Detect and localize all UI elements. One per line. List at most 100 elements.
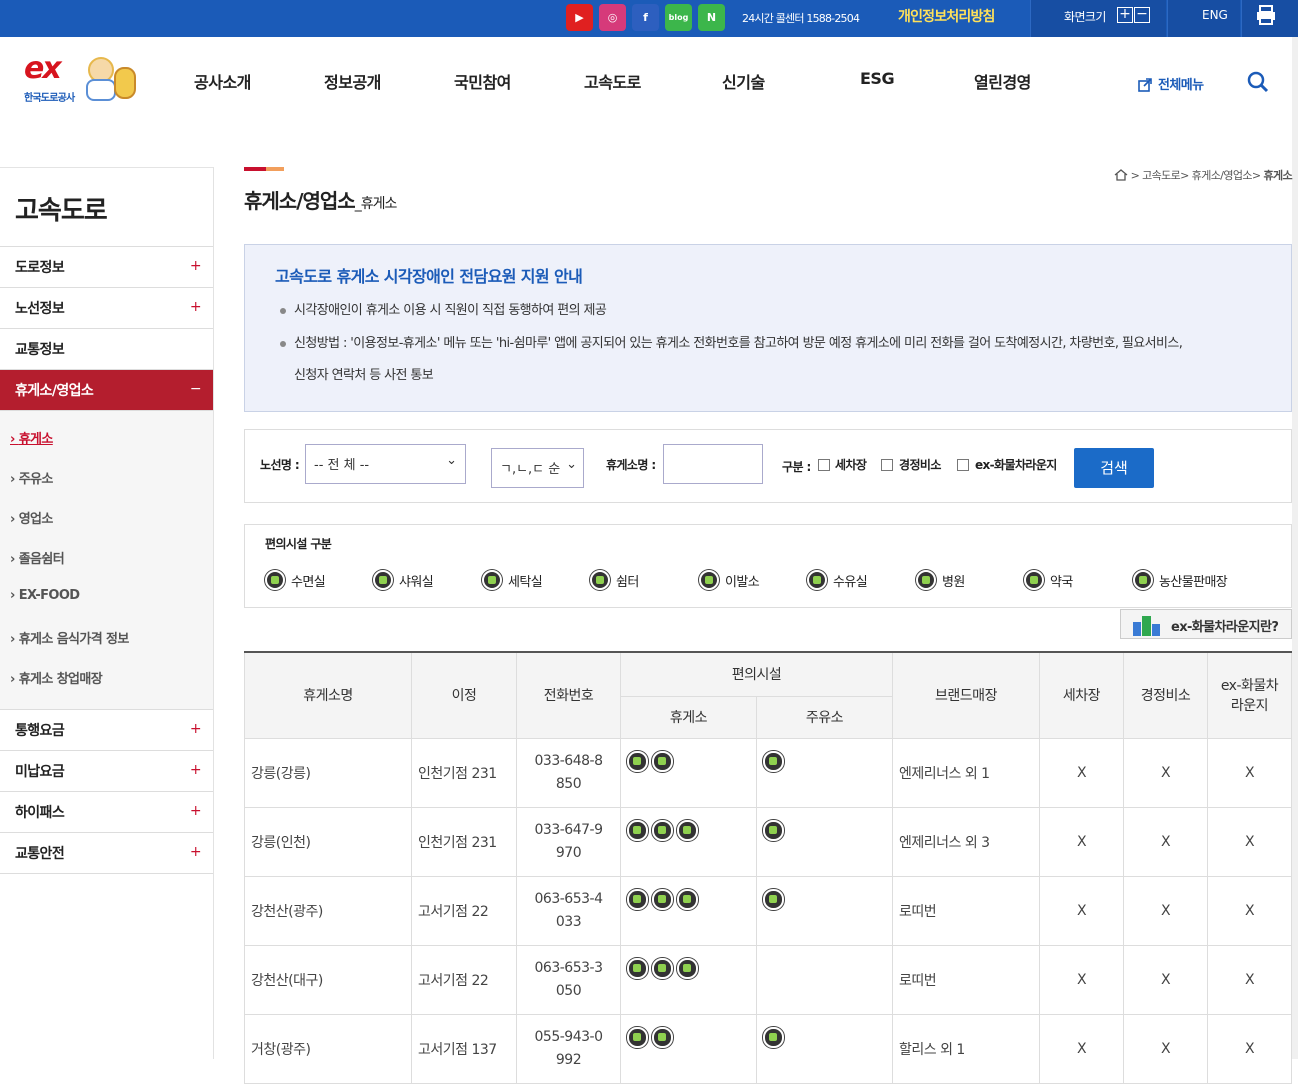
rest-area-name: 강릉(인천)	[244, 806, 412, 877]
facebook-icon[interactable]: f	[632, 4, 659, 31]
submenu-food-price[interactable]: › 휴게소 음식가격 정보	[0, 619, 213, 659]
privacy-policy-link[interactable]: 개인정보처리방침	[898, 6, 995, 26]
instagram-icon[interactable]: ◎	[599, 4, 626, 31]
legend-label: 병원	[942, 574, 965, 590]
search-button[interactable]: 검색	[1074, 448, 1154, 488]
col-rest-facilities: 휴게소	[620, 695, 757, 739]
lnb-item-traffic-safety[interactable]: 교통안전 +	[0, 833, 213, 874]
route-select[interactable]: -- 전 체 -- ⌄	[305, 444, 466, 484]
lounge-label: ex-화물차라운지	[975, 458, 1057, 472]
carwash-checkbox[interactable]	[818, 459, 830, 471]
facility-legend: 편의시설 구분 수면실 샤워실 세탁실 쉼터 이발소 수유실 병원 약국 농산물…	[244, 524, 1292, 608]
home-icon[interactable]	[1114, 169, 1128, 181]
notice-title: 고속도로 휴게소 시각장애인 전담요원 지원 안내	[275, 267, 583, 286]
repair-cell: X	[1123, 875, 1208, 946]
naver-post-icon[interactable]: N	[698, 4, 725, 31]
lounge-info-label: ex-화물차라운지란?	[1171, 620, 1279, 635]
col-lounge: ex-화물차라운지	[1207, 651, 1292, 739]
lnb-item-hipass[interactable]: 하이패스 +	[0, 792, 213, 833]
submenu-tollgate[interactable]: › 영업소	[0, 499, 213, 539]
lounge-info-button[interactable]: ex-화물차라운지란?	[1120, 609, 1292, 639]
farm-market-icon	[1133, 570, 1153, 590]
legend-pharmacy: 약국	[1024, 570, 1073, 590]
farm-market-icon	[652, 819, 673, 841]
rest-area-icon	[763, 750, 784, 772]
laundry-icon	[482, 570, 502, 590]
route-select-value: -- 전 체 --	[314, 458, 370, 473]
repair-checkbox[interactable]	[881, 459, 893, 471]
callcenter-text: 24시간 콜센터 1588-2504	[742, 12, 860, 25]
lnb-item-road-info[interactable]: 도로정보 +	[0, 247, 213, 288]
col-repair: 경정비소	[1123, 651, 1208, 739]
shower-icon	[373, 570, 393, 590]
phone-text: 063-653-3050	[534, 959, 603, 999]
gnb-item-disclosure[interactable]: 정보공개	[324, 69, 381, 93]
plus-icon: +	[189, 762, 202, 778]
plus-icon: +	[189, 803, 202, 819]
blog-icon[interactable]: blog	[665, 4, 692, 31]
legend-label: 수유실	[833, 574, 868, 590]
minus-icon: −	[189, 381, 202, 397]
gas-facility-icons	[756, 944, 893, 1015]
table-row: 강릉(인천) 인천기점 231 033-647-9970 엔제리너스 외 3XXX	[244, 806, 1292, 877]
submenu-label: 휴게소 창업매장	[18, 672, 103, 687]
col-brand: 브랜드매장	[892, 651, 1040, 739]
submenu-ex-food[interactable]: › EX-FOOD	[0, 579, 213, 619]
gnb-item-expressway[interactable]: 고속도로	[584, 69, 641, 93]
lounge-cell: X	[1207, 806, 1292, 877]
route-label: 노선명 :	[260, 458, 300, 472]
gas-facility-icons	[756, 1013, 893, 1084]
carwash-cell: X	[1039, 944, 1124, 1015]
notice-line: 신청방법 : '이용정보-휴게소' 메뉴 또는 'hi-쉼마루' 앱에 공지되어…	[280, 327, 1284, 360]
breadcrumb-current: 휴게소	[1263, 169, 1292, 182]
rest-area-name-input[interactable]	[663, 444, 763, 484]
all-menu-link[interactable]: 전체메뉴	[1158, 74, 1204, 93]
sleeping-room-icon	[265, 570, 285, 590]
brand-cell: 할리스 외 1	[892, 1013, 1040, 1084]
table-row: 거창(광주) 고서기점 137 055-943-0992 할리스 외 1XXX	[244, 1013, 1292, 1084]
gnb-item-esg[interactable]: ESG	[860, 69, 895, 88]
gnb-item-management[interactable]: 열린경영	[974, 69, 1031, 93]
submenu-gas-station[interactable]: › 주유소	[0, 459, 213, 499]
logo[interactable]: ex 한국도로공사	[18, 51, 144, 107]
submenu-startup-store[interactable]: › 휴게소 창업매장	[0, 659, 213, 699]
lnb-item-rest-areas[interactable]: 휴게소/영업소 −	[0, 370, 213, 411]
lnb-item-unpaid-toll[interactable]: 미납요금 +	[0, 751, 213, 792]
pharmacy-icon	[1024, 570, 1044, 590]
type-label: 구분 :	[782, 460, 811, 474]
phone-cell: 033-647-9970	[516, 806, 621, 877]
font-size-label: 화면크기	[1064, 10, 1106, 24]
distance-cell: 인천기점 231	[411, 806, 517, 877]
zoom-out-button[interactable]: −	[1134, 7, 1150, 23]
english-link[interactable]: ENG	[1202, 8, 1228, 22]
lnb-item-label: 통행요금	[15, 723, 65, 739]
mascot-image	[82, 53, 140, 105]
rest-area-name: 강릉(강릉)	[244, 737, 412, 808]
submenu-rest-area[interactable]: › 휴게소	[0, 419, 213, 459]
lounge-checkbox[interactable]	[957, 459, 969, 471]
zoom-in-button[interactable]: +	[1117, 7, 1133, 23]
search-icon[interactable]	[1247, 71, 1269, 93]
legend-sleeping-room: 수면실	[265, 570, 326, 590]
phone-cell: 063-653-4033	[516, 875, 621, 946]
logo-name: 한국도로공사	[24, 93, 75, 104]
lnb-item-traffic-info[interactable]: 교통정보	[0, 329, 213, 370]
lnb-item-route-info[interactable]: 노선정보 +	[0, 288, 213, 329]
gnb-item-tech[interactable]: 신기술	[722, 69, 765, 93]
scrollbar[interactable]	[1292, 37, 1298, 1059]
order-select[interactable]: ㄱ,ㄴ,ㄷ 순 ⌄	[491, 448, 584, 488]
breadcrumb-path[interactable]: > 고속도로> 휴게소/영업소>	[1131, 169, 1264, 182]
youtube-icon[interactable]: ▶	[566, 4, 593, 31]
rest-area-name: 거창(광주)	[244, 1013, 412, 1084]
print-icon[interactable]	[1255, 4, 1277, 26]
chevron-down-icon: ⌄	[566, 457, 577, 472]
submenu-label: EX-FOOD	[18, 588, 80, 603]
legend-shower-room: 샤워실	[373, 570, 434, 590]
submenu-label: 졸음쉼터	[18, 552, 65, 567]
gas-facility-icons	[756, 875, 893, 946]
gnb-item-participation[interactable]: 국민참여	[454, 69, 511, 93]
submenu-drowsy-shelter[interactable]: › 졸음쉼터	[0, 539, 213, 579]
lnb-item-toll[interactable]: 통행요금 +	[0, 710, 213, 751]
gnb-item-about[interactable]: 공사소개	[194, 69, 251, 93]
legend-nursing-room: 수유실	[807, 570, 868, 590]
